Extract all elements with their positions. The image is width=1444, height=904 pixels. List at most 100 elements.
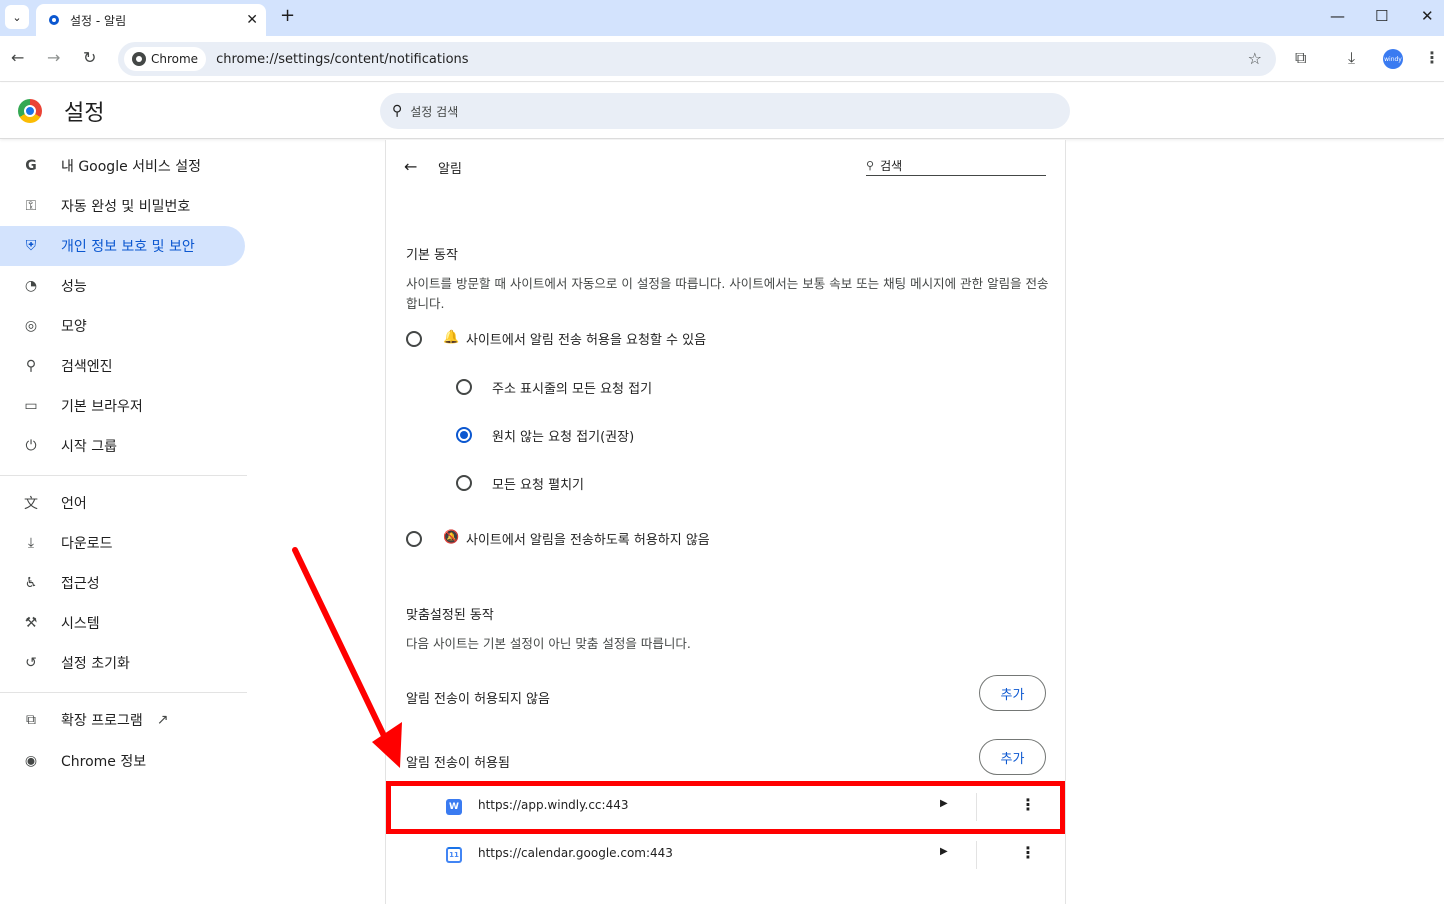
key-icon: ⚿: [25, 198, 37, 214]
more-menu-icon[interactable]: ⋮: [1424, 48, 1440, 68]
power-icon: ⏻: [25, 438, 37, 454]
allowed-list-title: 알림 전송이 허용됨: [406, 756, 510, 771]
settings-header: 설정 ⚲ 설정 검색: [0, 83, 1444, 139]
windy-extension-icon[interactable]: windy: [1383, 49, 1403, 69]
forward-button[interactable]: →: [47, 48, 60, 68]
subpage-title: 알림: [438, 162, 462, 177]
radio-block-notifications[interactable]: [406, 531, 422, 547]
window-close-button[interactable]: ✕: [1421, 8, 1434, 24]
expand-arrow-icon[interactable]: ▶: [940, 846, 948, 857]
radio-expand-all[interactable]: [456, 475, 472, 491]
maximize-button[interactable]: ☐: [1375, 8, 1388, 24]
site-info-chip[interactable]: Chrome: [124, 47, 207, 71]
expand-arrow-icon[interactable]: ▶: [940, 798, 948, 809]
gear-icon: [46, 12, 62, 28]
notifications-card: ← 알림 ⚲ 검색 기본 동작 사이트를 방문할 때 사이트에서 자동으로 이 …: [385, 140, 1066, 904]
allow-requests-label: 사이트에서 알림 전송 허용을 요청할 수 있음: [466, 333, 707, 348]
chip-label: Chrome: [151, 52, 199, 66]
sidebar-item-search-engine[interactable]: ⚲ 검색엔진: [0, 346, 245, 386]
radio-quiet-all[interactable]: [456, 379, 472, 395]
sidebar-divider: [0, 692, 247, 693]
row-separator: [976, 793, 977, 821]
site-row-calendar[interactable]: 11 https://calendar.google.com:443 ▶ ⋮: [386, 831, 1067, 879]
tab-settings-notifications[interactable]: 설정 - 알림 ✕: [36, 4, 266, 36]
add-allowed-site-button[interactable]: 추가: [979, 739, 1046, 775]
shield-icon: ⛨: [25, 238, 37, 254]
subpage-search-input[interactable]: ⚲ 검색: [866, 156, 1046, 176]
back-button[interactable]: ←: [11, 48, 24, 68]
windy-favicon-icon: W: [446, 799, 462, 815]
google-icon: G: [25, 158, 37, 174]
wrench-icon: ⚒: [24, 615, 38, 631]
tab-search-button[interactable]: ⌄: [5, 5, 29, 29]
bell-off-icon: 🔕: [443, 530, 460, 545]
external-link-icon: ↗: [156, 712, 169, 728]
sidebar-item-languages[interactable]: 文 언어: [0, 483, 245, 523]
sidebar-item-label: 모양: [61, 319, 87, 335]
sidebar-item-google-services[interactable]: G 내 Google 서비스 설정: [0, 146, 245, 186]
page-title: 설정: [64, 101, 105, 126]
radio-allow-requests[interactable]: [406, 331, 422, 347]
calendar-favicon-icon: 11: [446, 847, 462, 863]
sidebar-item-privacy[interactable]: ⛨ 개인 정보 보호 및 보안: [0, 226, 245, 266]
default-behavior-title: 기본 동작: [406, 248, 458, 263]
expand-all-label: 모든 요청 펼치기: [492, 478, 584, 493]
subpage-search-placeholder: 검색: [880, 159, 903, 173]
sidebar-item-reset[interactable]: ↺ 설정 초기화: [0, 643, 245, 683]
sidebar-item-label: 개인 정보 보호 및 보안: [61, 239, 195, 255]
bookmark-star-icon[interactable]: ☆: [1248, 50, 1262, 68]
sidebar-item-label: 설정 초기화: [61, 656, 130, 672]
custom-behavior-title: 맞춤설정된 동작: [406, 608, 494, 623]
extensions-puzzle-icon[interactable]: ⧉: [1295, 48, 1306, 68]
default-behavior-description: 사이트를 방문할 때 사이트에서 자동으로 이 설정을 따릅니다. 사이트에서는…: [406, 276, 1049, 311]
tab-close-icon[interactable]: ✕: [246, 12, 258, 28]
block-notifications-label: 사이트에서 알림을 전송하도록 허용하지 않음: [466, 533, 710, 548]
sidebar-item-label: 내 Google 서비스 설정: [61, 159, 201, 175]
puzzle-icon: ⧉: [26, 712, 36, 728]
search-icon: ⚲: [866, 159, 875, 172]
sidebar-item-accessibility[interactable]: ♿ 접근성: [0, 563, 245, 603]
sidebar-item-label: 기본 브라우저: [61, 399, 143, 415]
site-row-windly[interactable]: W https://app.windly.cc:443 ▶ ⋮: [386, 783, 1067, 831]
add-blocked-site-button[interactable]: 추가: [979, 675, 1046, 711]
sidebar-item-label: 시스템: [61, 616, 100, 632]
search-placeholder: 설정 검색: [410, 104, 459, 119]
sidebar-item-label: 접근성: [61, 576, 100, 592]
sidebar-item-label: 언어: [61, 496, 87, 512]
reload-button[interactable]: ↻: [83, 48, 96, 68]
search-icon: ⚲: [25, 358, 37, 374]
chevron-down-icon: ⌄: [12, 10, 22, 24]
url-text: chrome://settings/content/notifications: [216, 51, 469, 67]
sidebar-item-downloads[interactable]: ⤓ 다운로드: [0, 523, 245, 563]
minimize-button[interactable]: —: [1330, 8, 1345, 24]
sidebar-item-default-browser[interactable]: ▭ 기본 브라우저: [0, 386, 245, 426]
search-icon: ⚲: [392, 103, 403, 119]
sidebar-item-performance[interactable]: ◔ 성능: [0, 266, 245, 306]
sidebar-item-on-startup[interactable]: ⏻ 시작 그룹: [0, 426, 245, 466]
sidebar-item-label: 성능: [61, 279, 87, 295]
row-separator: [976, 841, 977, 869]
sidebar-item-extensions[interactable]: ⧉ 확장 프로그램 ↗: [0, 700, 245, 740]
chrome-icon: [132, 52, 146, 66]
back-arrow-icon[interactable]: ←: [404, 157, 417, 176]
sidebar-item-about-chrome[interactable]: ◉ Chrome 정보: [0, 741, 245, 781]
settings-sidebar: G 내 Google 서비스 설정 ⚿ 자동 완성 및 비밀번호 ⛨ 개인 정보…: [0, 140, 260, 904]
sidebar-item-appearance[interactable]: ◎ 모양: [0, 306, 245, 346]
tab-title: 설정 - 알림: [70, 13, 127, 28]
address-bar[interactable]: Chrome chrome://settings/content/notific…: [118, 42, 1276, 76]
sidebar-item-label: 확장 프로그램: [61, 713, 143, 729]
chrome-icon: ◉: [24, 753, 38, 769]
site-url: https://calendar.google.com:443: [478, 846, 673, 860]
sidebar-item-autofill[interactable]: ⚿ 자동 완성 및 비밀번호: [0, 186, 245, 226]
settings-search-input[interactable]: ⚲ 설정 검색: [380, 93, 1070, 129]
sidebar-divider: [0, 475, 247, 476]
more-actions-icon[interactable]: ⋮: [1020, 795, 1036, 814]
download-icon: ⤓: [27, 535, 35, 551]
new-tab-button[interactable]: +: [280, 6, 295, 26]
radio-quiet-unwanted[interactable]: [456, 427, 472, 443]
more-actions-icon[interactable]: ⋮: [1020, 843, 1036, 862]
download-icon[interactable]: ⤓: [1348, 48, 1355, 68]
browser-toolbar: ← → ↻ Chrome chrome://settings/content/n…: [0, 36, 1444, 82]
quiet-all-label: 주소 표시줄의 모든 요청 접기: [492, 382, 653, 397]
sidebar-item-system[interactable]: ⚒ 시스템: [0, 603, 245, 643]
